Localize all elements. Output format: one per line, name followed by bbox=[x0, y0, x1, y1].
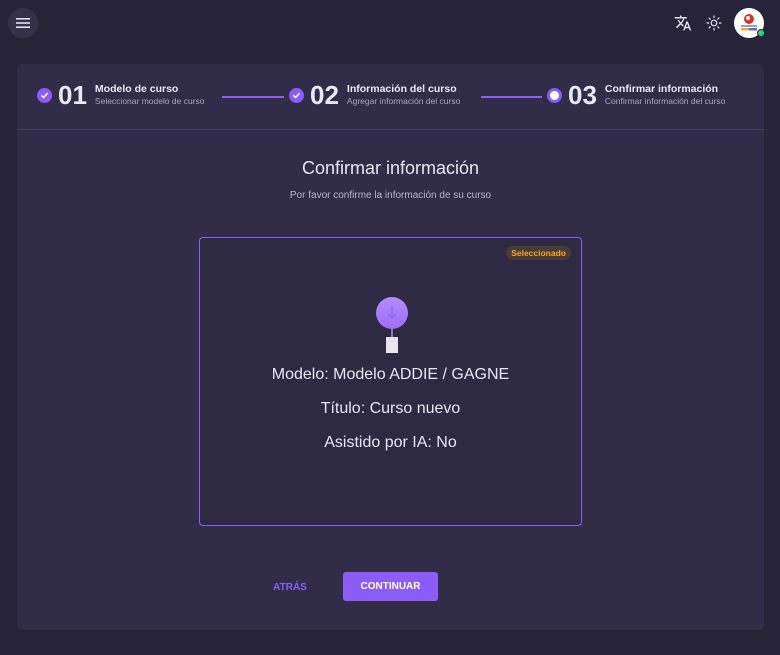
model-label: Modelo: Modelo ADDIE / GAGNE bbox=[271, 366, 510, 383]
selected-badge: Seleccionado bbox=[506, 246, 571, 260]
back-button[interactable]: ATRÁS bbox=[257, 574, 323, 600]
step-connector bbox=[481, 96, 542, 98]
step-connector bbox=[222, 96, 284, 98]
step-subtitle: Seleccionar modelo de curso bbox=[94, 96, 205, 106]
page-title: Confirmar información bbox=[301, 158, 480, 178]
main-card: 01 Modelo de curso Seleccionar modelo de… bbox=[17, 64, 764, 630]
menu-icon bbox=[16, 18, 30, 28]
translate-button[interactable] bbox=[673, 13, 693, 33]
check-circle-icon bbox=[37, 87, 52, 103]
continue-button[interactable]: CONTINUAR bbox=[343, 572, 438, 601]
menu-button[interactable] bbox=[8, 8, 38, 38]
step-number: 02 bbox=[310, 80, 339, 110]
online-status-dot bbox=[757, 29, 765, 37]
step-number: 01 bbox=[58, 80, 87, 110]
step-title: Información del curso bbox=[346, 83, 457, 95]
step-1[interactable]: 01 Modelo de curso Seleccionar modelo de… bbox=[37, 82, 205, 108]
step-3[interactable]: 03 Confirmar información Confirmar infor… bbox=[547, 82, 725, 108]
current-step-icon bbox=[547, 87, 562, 103]
model-balloon-icon bbox=[376, 297, 408, 353]
step-title: Modelo de curso bbox=[94, 83, 179, 95]
ai-assisted-label: Asistido por IA: No bbox=[324, 434, 457, 451]
theme-toggle-button[interactable] bbox=[704, 13, 724, 33]
check-circle-icon bbox=[289, 87, 304, 103]
step-title: Confirmar información bbox=[604, 83, 719, 95]
stepper: 01 Modelo de curso Seleccionar modelo de… bbox=[17, 64, 764, 130]
course-title-label: Título: Curso nuevo bbox=[320, 400, 461, 417]
step-number: 03 bbox=[568, 80, 597, 110]
selected-model-card[interactable]: Seleccionado Modelo: Modelo ADDIE / GAGN… bbox=[199, 237, 582, 526]
step-subtitle: Agregar información del curso bbox=[346, 96, 461, 106]
step-2[interactable]: 02 Información del curso Agregar informa… bbox=[289, 82, 460, 108]
user-avatar[interactable] bbox=[734, 8, 765, 38]
page-subtitle: Por favor confirme la información de su … bbox=[289, 190, 492, 201]
translate-icon bbox=[674, 15, 692, 31]
step-subtitle: Confirmar información del curso bbox=[604, 96, 726, 106]
sun-icon bbox=[706, 15, 722, 31]
